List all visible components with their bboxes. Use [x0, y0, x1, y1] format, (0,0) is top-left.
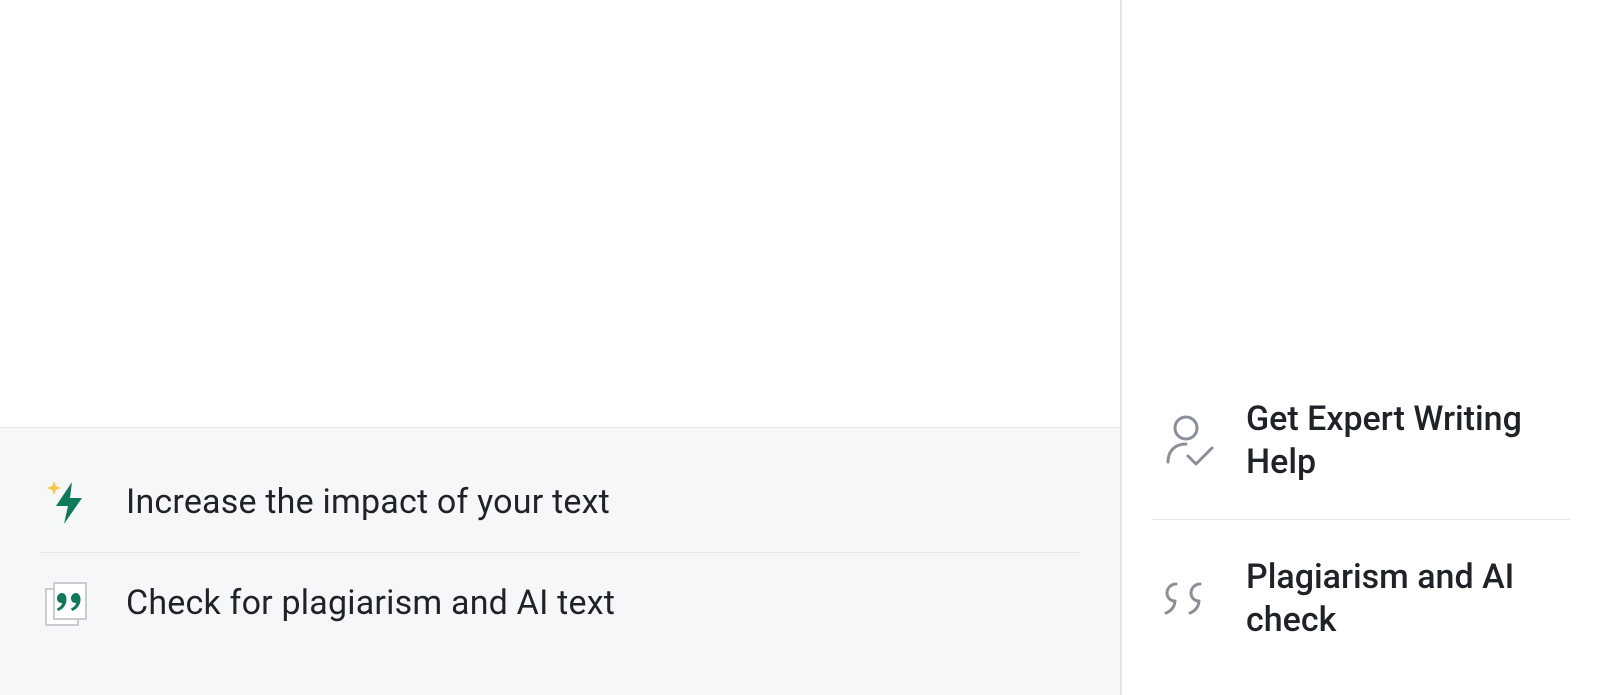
sidebar-item-expert-help[interactable]: Get Expert Writing Help [1152, 362, 1570, 519]
suggestion-list: Increase the impact of your text [0, 452, 1120, 653]
quote-icon [1158, 568, 1220, 630]
suggestion-plagiarism-label: Check for plagiarism and AI text [126, 583, 615, 623]
suggestion-panel: Increase the impact of your text [0, 427, 1120, 695]
suggestion-plagiarism[interactable]: Check for plagiarism and AI text [40, 552, 1080, 653]
lightning-icon [40, 474, 96, 530]
quote-document-icon [40, 575, 96, 631]
person-check-icon [1158, 410, 1220, 472]
sidebar-item-plagiarism-check-label: Plagiarism and AI check [1246, 556, 1570, 641]
sidebar-item-plagiarism-check[interactable]: Plagiarism and AI check [1152, 519, 1570, 677]
sidebar: Get Expert Writing Help Plagiarism and A… [1120, 0, 1600, 695]
main-column: Increase the impact of your text [0, 0, 1120, 695]
app-layout: Increase the impact of your text [0, 0, 1600, 695]
suggestion-impact-label: Increase the impact of your text [126, 482, 610, 522]
suggestion-impact[interactable]: Increase the impact of your text [40, 452, 1080, 552]
editor-area[interactable] [0, 0, 1120, 427]
sidebar-item-expert-help-label: Get Expert Writing Help [1246, 398, 1570, 483]
